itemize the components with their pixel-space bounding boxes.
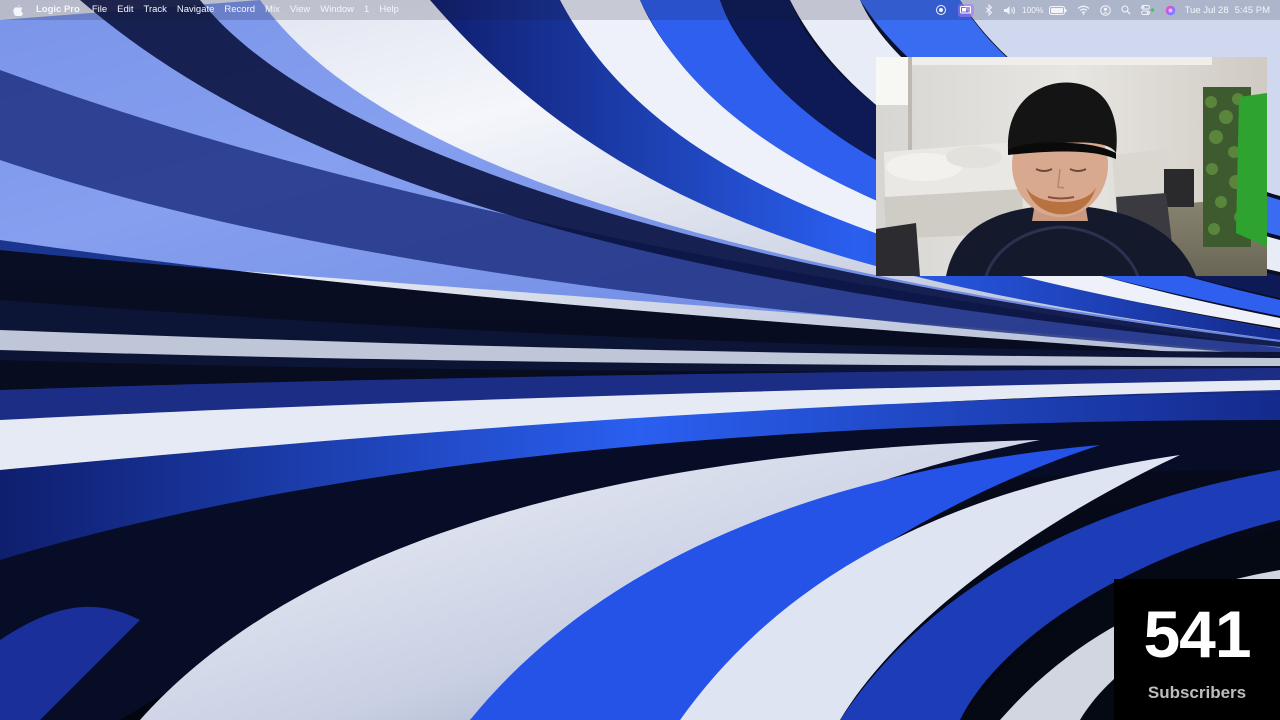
- subscriber-counter: 541 Subscribers: [1114, 579, 1280, 720]
- menu-track[interactable]: Track: [139, 0, 172, 20]
- subscriber-count: 541: [1143, 597, 1251, 671]
- screen-record-icon[interactable]: [935, 0, 947, 20]
- menu-app-name[interactable]: Logic Pro: [36, 0, 87, 20]
- subscriber-label: Subscribers: [1147, 683, 1247, 702]
- desktop: Logic Pro File Edit Track Navigate Recor…: [0, 0, 1280, 720]
- menu-record[interactable]: Record: [219, 0, 260, 20]
- battery-percent: 100%: [1021, 5, 1044, 15]
- display-icon[interactable]: [957, 3, 974, 17]
- menu-bar: Logic Pro File Edit Track Navigate Recor…: [0, 0, 1280, 20]
- volume-icon[interactable]: [1003, 0, 1017, 20]
- menu-clock[interactable]: Tue Jul 28 5:45 PM: [1181, 5, 1280, 16]
- battery-icon[interactable]: [1048, 0, 1067, 20]
- control-center-icon[interactable]: [1140, 0, 1155, 20]
- webcam-feed-image: [876, 57, 1267, 276]
- menu-view[interactable]: View: [285, 0, 315, 20]
- menu-window[interactable]: Window: [315, 0, 359, 20]
- menu-1[interactable]: 1: [359, 0, 374, 20]
- bluetooth-icon[interactable]: [985, 0, 993, 20]
- menu-navigate[interactable]: Navigate: [172, 0, 220, 20]
- wifi-icon[interactable]: [1077, 0, 1090, 20]
- webcam-overlay: [876, 57, 1267, 276]
- user-icon[interactable]: [1099, 0, 1111, 20]
- siri-icon[interactable]: [1165, 0, 1176, 20]
- menu-file[interactable]: File: [87, 0, 112, 20]
- apple-menu-icon[interactable]: [0, 4, 36, 16]
- search-icon[interactable]: [1121, 0, 1131, 20]
- clock-date: Tue Jul 28: [1184, 4, 1229, 16]
- menu-mix[interactable]: Mix: [260, 0, 285, 20]
- clock-time: 5:45 PM: [1234, 4, 1270, 16]
- menu-help[interactable]: Help: [374, 0, 404, 20]
- menu-edit[interactable]: Edit: [112, 0, 138, 20]
